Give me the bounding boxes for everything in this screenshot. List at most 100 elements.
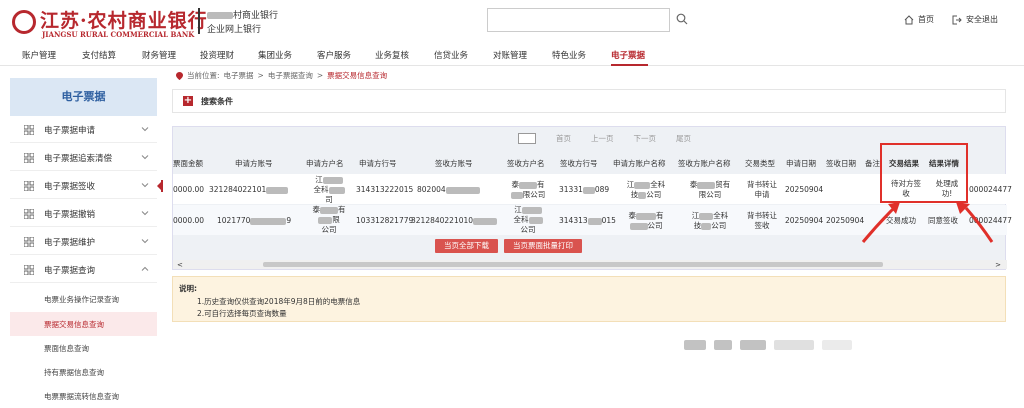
blurred-watermark <box>684 340 852 350</box>
scrollbar-thumb[interactable] <box>263 262 883 267</box>
chevron-down-icon <box>141 239 149 244</box>
home-link[interactable]: 首页 <box>904 14 934 25</box>
cell-receiver-account: 3212840221010 <box>411 216 498 226</box>
bank-logo-english: JIANGSU RURAL COMMERCIAL BANK <box>42 30 195 39</box>
nav-item-finance[interactable]: 财务管理 <box>142 49 176 61</box>
pager-last[interactable]: 尾页 <box>676 133 691 144</box>
search-condition-label: 搜索条件 <box>201 97 233 106</box>
nav-item-payment[interactable]: 支付结算 <box>82 49 116 61</box>
sidebar-subitem-holding[interactable]: 持有票据信息查询 <box>10 360 157 384</box>
blurred-text <box>699 212 714 220</box>
search-input[interactable] <box>487 8 670 32</box>
cell-amount: 0000.00 <box>173 185 205 194</box>
download-all-button[interactable]: 当页全部下载 <box>435 239 498 253</box>
sidebar-item-label: 电子票据签收 <box>44 182 96 192</box>
location-icon <box>176 71 183 80</box>
breadcrumb-item[interactable]: 电子票据 <box>224 70 254 81</box>
home-label: 首页 <box>918 15 934 24</box>
sidebar-collapse-icon[interactable] <box>157 180 163 192</box>
cell-applicant-bank: 314313222015 <box>356 185 414 194</box>
cell-trade-type: 背书转让 签收 <box>747 211 777 230</box>
pager: 首页 上一页 下一页 尾页 <box>518 133 691 144</box>
col-applicant-name: 申请方户名 <box>306 159 344 168</box>
breadcrumb-prefix: 当前位置: <box>187 71 220 80</box>
horizontal-scrollbar[interactable]: < > <box>173 260 1007 269</box>
cell-receiver-acct-name: 江全科技公司 <box>691 211 729 230</box>
col-receiver-bank: 签收方行号 <box>560 159 598 168</box>
search-icon[interactable] <box>676 13 688 25</box>
cell-receiver-bank: 314313 015 <box>559 216 616 225</box>
chevron-down-icon <box>141 211 149 216</box>
cell-receiver-account: 802004 <box>417 185 480 195</box>
sidebar-subitem-face-info[interactable]: 票面信息查询 <box>10 336 157 360</box>
pager-next[interactable]: 下一页 <box>634 133 657 144</box>
nav-item-ebill[interactable]: 电子票据 <box>611 49 645 61</box>
blurred-text <box>528 216 543 224</box>
nav-item-featured[interactable]: 特色业务 <box>552 49 586 61</box>
grid-icon <box>24 237 34 247</box>
breadcrumb-item[interactable]: 电子票据查询 <box>268 70 313 81</box>
scroll-right-icon[interactable]: > <box>995 261 1001 269</box>
search-condition-panel[interactable]: + 搜索条件 <box>172 89 1006 113</box>
pager-first[interactable]: 首页 <box>556 133 571 144</box>
annotation-highlight-box <box>880 143 968 203</box>
notice-title: 说明: <box>179 284 197 293</box>
scroll-left-icon[interactable]: < <box>177 261 183 269</box>
grid-icon <box>24 181 34 191</box>
sidebar-item-recourse[interactable]: 电子票据追索清偿 <box>10 144 157 171</box>
blurred-text <box>519 181 537 189</box>
blurred-text <box>697 181 716 189</box>
sidebar-item-revoke[interactable]: 电子票据撤销 <box>10 200 157 227</box>
blurred-text <box>521 206 542 214</box>
nav-item-account[interactable]: 账户管理 <box>22 49 56 61</box>
logout-icon <box>952 15 962 24</box>
pager-prev[interactable]: 上一页 <box>591 133 614 144</box>
sidebar-item-sign[interactable]: 电子票据签收 <box>10 172 157 199</box>
blurred-text <box>774 340 814 350</box>
blurred-text <box>629 222 648 230</box>
sidebar-item-query[interactable]: 电子票据查询 <box>10 256 157 283</box>
col-remark: 备注 <box>865 159 880 168</box>
sidebar-subitem-flow[interactable]: 电票票据流转信息查询 <box>10 384 157 408</box>
col-applicant-account: 申请方账号 <box>235 159 273 168</box>
blurred-text <box>740 340 766 350</box>
page-number-input[interactable] <box>518 133 536 144</box>
breadcrumb: 当前位置: 电子票据 > 电子票据查询 > 票据交易信息查询 <box>176 70 387 81</box>
sidebar-item-apply[interactable]: 电子票据申请 <box>10 116 157 143</box>
cell-apply-date: 20250904 <box>785 216 824 225</box>
bank-logo-text: 江苏·农村商业银行 <box>40 10 208 32</box>
cell-applicant-name: 泰有限公司 <box>312 205 346 234</box>
batch-print-button[interactable]: 当页票面批量打印 <box>504 239 582 253</box>
nav-item-review[interactable]: 业务复核 <box>375 49 409 61</box>
cell-applicant-name: 江全科司 <box>307 175 351 205</box>
expand-plus-icon[interactable]: + <box>183 96 193 106</box>
grid-icon <box>24 265 34 275</box>
sidebar-item-maintain[interactable]: 电子票据维护 <box>10 228 157 255</box>
cell-receiver-acct-name: 泰贸有 限公司 <box>689 180 731 199</box>
nav-item-reconcile[interactable]: 对账管理 <box>493 49 527 61</box>
home-icon <box>904 14 914 24</box>
col-amount: 票面金额 <box>173 159 203 168</box>
cell-receiver-name: 泰有限公司 <box>510 180 546 199</box>
sidebar-subitem-label: 电票业务操作记录查询 <box>44 295 119 304</box>
bank-channel-label: 企业网上银行 <box>207 25 262 35</box>
cell-applicant-acct-name: 泰有公司 <box>628 211 664 230</box>
nav-item-investment[interactable]: 投资理财 <box>200 49 234 61</box>
logout-link[interactable]: 安全退出 <box>952 14 998 25</box>
chevron-down-icon <box>141 155 149 160</box>
breadcrumb-separator: > <box>257 71 264 80</box>
cell-amount: 0000.00 <box>173 216 205 225</box>
sidebar-item-label: 电子票据查询 <box>44 266 96 276</box>
blurred-text <box>684 340 706 350</box>
sidebar-subitem-op-log[interactable]: 电票业务操作记录查询 <box>10 287 157 311</box>
col-sign-date: 签收日期 <box>826 159 856 168</box>
blurred-text <box>207 12 233 19</box>
sidebar-subitem-trade-info[interactable]: 票据交易信息查询 <box>10 312 157 336</box>
table-actions: 当页全部下载 当页票面批量打印 <box>435 239 582 253</box>
chevron-down-icon <box>141 127 149 132</box>
nav-item-credit[interactable]: 信贷业务 <box>434 49 468 61</box>
cell-applicant-acct-name: 江全科技公司 <box>626 180 666 199</box>
blurred-text <box>510 191 523 199</box>
nav-item-group[interactable]: 集团业务 <box>258 49 292 61</box>
nav-item-service[interactable]: 客户服务 <box>317 49 351 61</box>
